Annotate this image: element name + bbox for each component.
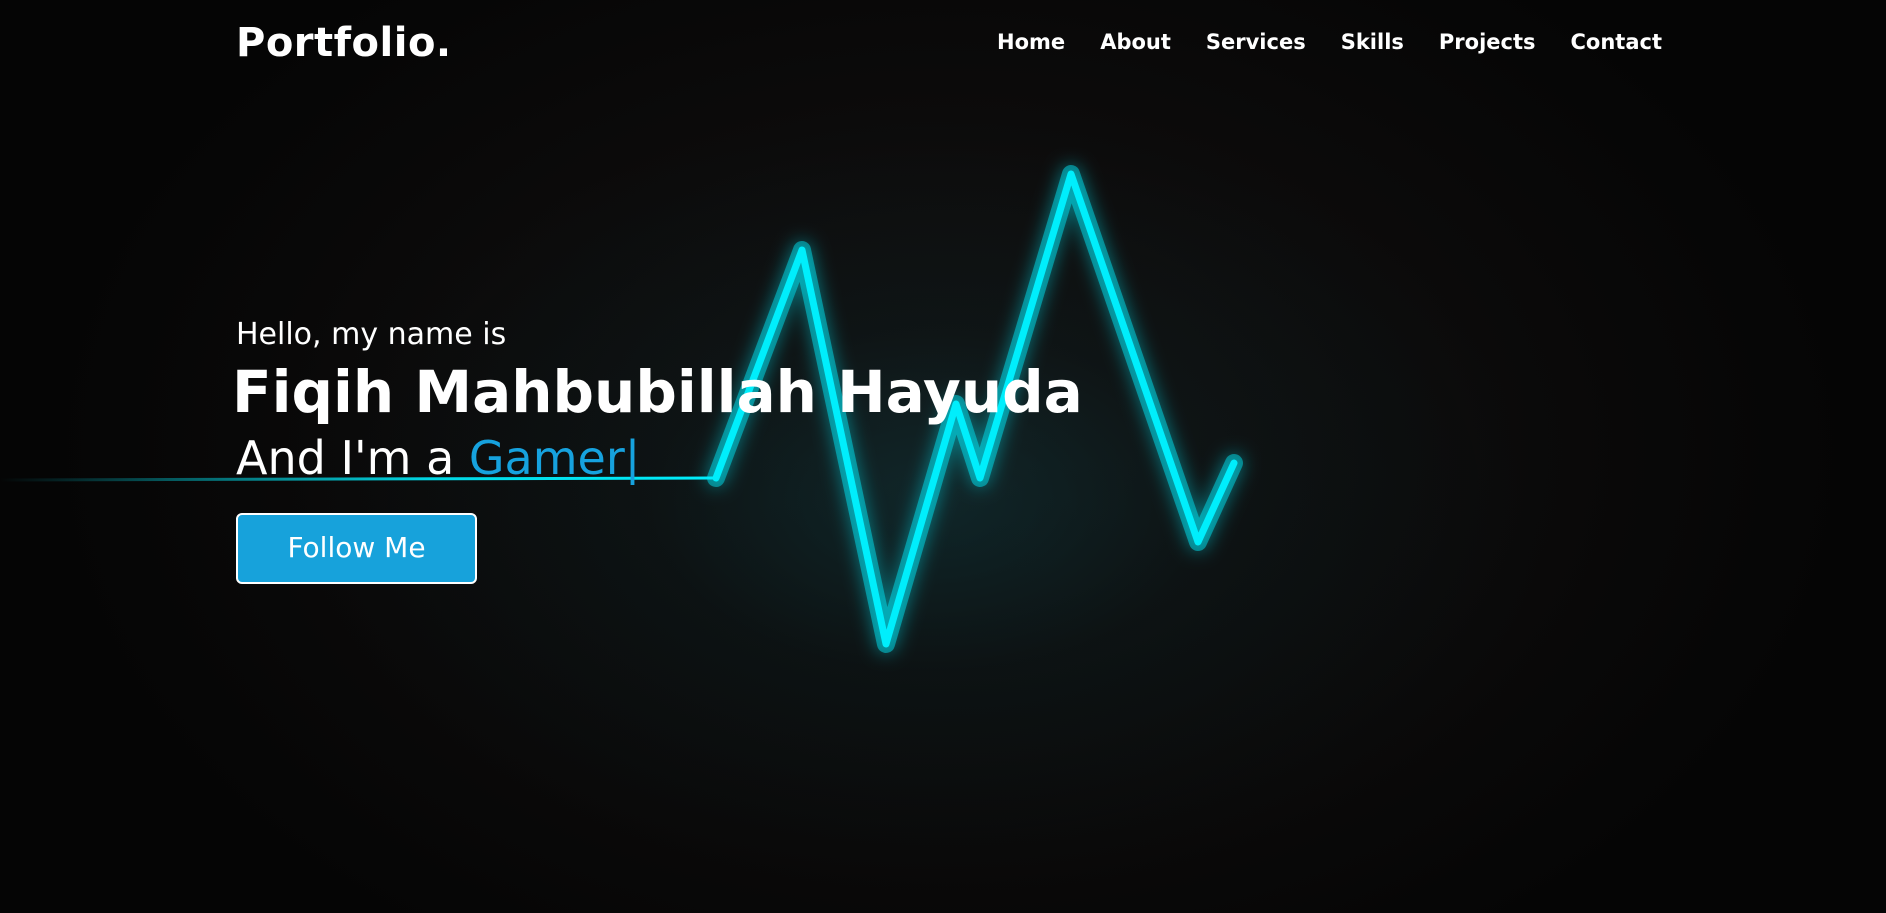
hero-name: Fiqih Mahbubillah Hayuda xyxy=(232,358,1083,426)
typing-cursor: | xyxy=(624,431,641,485)
nav-item-skills: Skills xyxy=(1306,30,1404,54)
hero-section: Portfolio. Home About Services Skills Pr… xyxy=(0,0,1886,913)
hero-content: Hello, my name is Fiqih Mahbubillah Hayu… xyxy=(232,312,1083,584)
nav-item-contact: Contact xyxy=(1536,30,1663,54)
nav-item-projects: Projects xyxy=(1404,30,1536,54)
hero-greeting: Hello, my name is xyxy=(236,317,507,352)
nav-item-home: Home xyxy=(962,30,1065,54)
nav-link-about[interactable]: About xyxy=(1100,30,1171,54)
navbar: Portfolio. Home About Services Skills Pr… xyxy=(0,0,1886,90)
hero-role: And I'm a Gamer| xyxy=(236,426,1083,490)
nav-item-about: About xyxy=(1065,30,1171,54)
nav-menu: Home About Services Skills Projects Cont… xyxy=(962,30,1662,54)
nav-link-services[interactable]: Services xyxy=(1206,30,1306,54)
nav-link-contact[interactable]: Contact xyxy=(1571,30,1663,54)
logo[interactable]: Portfolio. xyxy=(236,20,452,66)
nav-item-services: Services xyxy=(1171,30,1306,54)
nav-link-projects[interactable]: Projects xyxy=(1439,30,1536,54)
follow-me-button[interactable]: Follow Me xyxy=(236,513,477,584)
hero-role-typed: Gamer xyxy=(468,431,625,485)
hero-role-prefix: And I'm a xyxy=(236,431,469,485)
nav-link-skills[interactable]: Skills xyxy=(1341,30,1404,54)
nav-link-home[interactable]: Home xyxy=(997,30,1065,54)
